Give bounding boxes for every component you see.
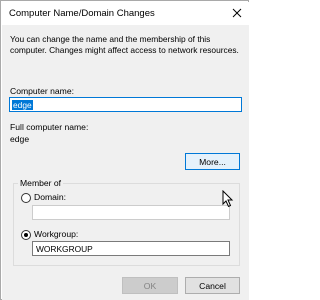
full-computer-name-label: Full computer name:	[10, 122, 89, 132]
workgroup-value: WORKGROUP	[36, 244, 93, 254]
dialog-window: Computer Name/Domain Changes You can cha…	[0, 0, 249, 300]
full-computer-name-value: edge	[10, 134, 30, 144]
window-title: Computer Name/Domain Changes	[9, 8, 155, 19]
computer-name-label: Computer name:	[10, 86, 75, 96]
workgroup-radio[interactable]	[21, 230, 31, 240]
workgroup-label: Workgroup:	[34, 229, 79, 239]
domain-input[interactable]	[32, 205, 230, 220]
domain-label: Domain:	[34, 192, 66, 202]
domain-radio[interactable]	[21, 193, 31, 203]
dialog-body: You can change the name and the membersh…	[2, 25, 249, 300]
more-button[interactable]: More...	[185, 153, 240, 170]
close-icon[interactable]	[229, 5, 245, 21]
workgroup-radio-dot	[24, 233, 28, 237]
workgroup-input[interactable]: WORKGROUP	[32, 241, 230, 256]
cancel-button[interactable]: Cancel	[185, 277, 240, 294]
computer-name-input[interactable]: edge	[9, 97, 242, 112]
description-text: You can change the name and the membersh…	[10, 34, 239, 55]
computer-name-value: edge	[12, 100, 33, 110]
member-of-label: Member of	[18, 178, 64, 188]
title-bar[interactable]: Computer Name/Domain Changes	[2, 2, 249, 25]
ok-button[interactable]: OK	[122, 277, 178, 294]
mouse-cursor-icon	[222, 190, 234, 208]
